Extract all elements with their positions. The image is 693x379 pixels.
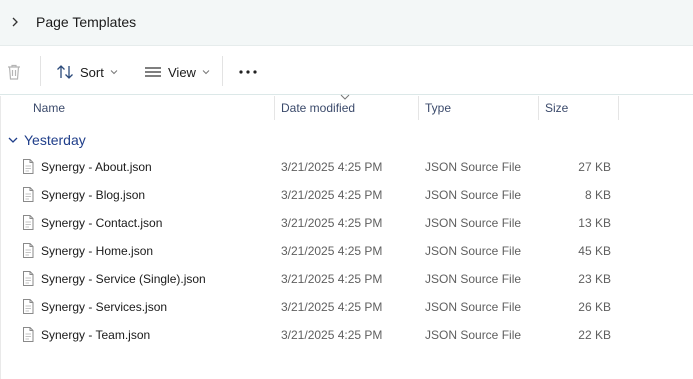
file-name: Synergy - Service (Single).json bbox=[41, 272, 206, 286]
file-row[interactable]: Synergy - Team.json 3/21/2025 4:25 PM JS… bbox=[0, 321, 693, 349]
file-date: 3/21/2025 4:25 PM bbox=[281, 272, 383, 286]
file-icon bbox=[23, 271, 34, 286]
file-row[interactable]: Synergy - Service (Single).json 3/21/202… bbox=[0, 265, 693, 293]
file-name: Synergy - Team.json bbox=[41, 328, 151, 342]
column-divider[interactable] bbox=[618, 96, 619, 120]
file-name: Synergy - About.json bbox=[41, 160, 152, 174]
group-header-yesterday[interactable]: Yesterday bbox=[8, 130, 86, 150]
file-size: 13 KB bbox=[578, 216, 611, 230]
file-type: JSON Source File bbox=[425, 216, 522, 230]
chevron-down-icon bbox=[202, 70, 210, 75]
sort-arrows-icon bbox=[57, 65, 73, 79]
column-header-type[interactable]: Type bbox=[425, 101, 451, 115]
file-date: 3/21/2025 4:25 PM bbox=[281, 300, 383, 314]
file-date: 3/21/2025 4:25 PM bbox=[281, 216, 383, 230]
file-icon bbox=[23, 299, 34, 314]
file-date: 3/21/2025 4:25 PM bbox=[281, 188, 383, 202]
sort-label: Sort bbox=[80, 64, 104, 80]
file-size: 26 KB bbox=[578, 300, 611, 314]
file-icon bbox=[23, 215, 34, 230]
file-type: JSON Source File bbox=[425, 328, 522, 342]
file-date: 3/21/2025 4:25 PM bbox=[281, 160, 383, 174]
chevron-down-icon[interactable] bbox=[8, 136, 18, 144]
file-name: Synergy - Contact.json bbox=[41, 216, 163, 230]
file-row[interactable]: Synergy - Blog.json 3/21/2025 4:25 PM JS… bbox=[0, 181, 693, 209]
file-type: JSON Source File bbox=[425, 160, 522, 174]
column-header-name[interactable]: Name bbox=[33, 101, 65, 115]
breadcrumb-page-templates[interactable]: Page Templates bbox=[36, 14, 136, 30]
column-divider[interactable] bbox=[538, 96, 539, 120]
file-type: JSON Source File bbox=[425, 272, 522, 286]
file-icon bbox=[23, 327, 34, 342]
file-date: 3/21/2025 4:25 PM bbox=[281, 328, 383, 342]
file-icon bbox=[23, 159, 34, 174]
trash-icon bbox=[8, 64, 20, 80]
file-date: 3/21/2025 4:25 PM bbox=[281, 244, 383, 258]
column-divider[interactable] bbox=[418, 96, 419, 120]
file-row[interactable]: Synergy - Contact.json 3/21/2025 4:25 PM… bbox=[0, 209, 693, 237]
file-size: 23 KB bbox=[578, 272, 611, 286]
file-type: JSON Source File bbox=[425, 300, 522, 314]
file-name: Synergy - Home.json bbox=[41, 244, 154, 258]
file-icon bbox=[23, 243, 34, 258]
file-size: 45 KB bbox=[578, 244, 611, 258]
sort-button[interactable]: Sort bbox=[56, 59, 118, 85]
file-icon bbox=[23, 187, 34, 202]
file-name: Synergy - Services.json bbox=[41, 300, 168, 314]
column-header-size[interactable]: Size bbox=[545, 101, 568, 115]
file-name: Synergy - Blog.json bbox=[41, 188, 146, 202]
group-label: Yesterday bbox=[24, 132, 86, 148]
file-type: JSON Source File bbox=[425, 188, 522, 202]
column-header-date[interactable]: Date modified bbox=[281, 101, 355, 115]
chevron-right-icon[interactable] bbox=[10, 15, 20, 29]
file-size: 22 KB bbox=[578, 328, 611, 342]
file-row[interactable]: Synergy - Home.json 3/21/2025 4:25 PM JS… bbox=[0, 237, 693, 265]
file-type: JSON Source File bbox=[425, 244, 522, 258]
view-label: View bbox=[168, 64, 196, 80]
column-headers: Name Date modified Type Size bbox=[0, 94, 693, 120]
more-options-button[interactable] bbox=[238, 59, 258, 85]
file-size: 27 KB bbox=[578, 160, 611, 174]
file-row[interactable]: Synergy - Services.json 3/21/2025 4:25 P… bbox=[0, 293, 693, 321]
file-size: 8 KB bbox=[584, 188, 611, 202]
chevron-down-icon bbox=[110, 70, 118, 75]
view-list-icon bbox=[145, 67, 161, 77]
toolbar-divider bbox=[40, 56, 41, 86]
file-row[interactable]: Synergy - About.json 3/21/2025 4:25 PM J… bbox=[0, 153, 693, 181]
address-bar[interactable]: Page Templates bbox=[0, 0, 693, 46]
toolbar-divider bbox=[222, 56, 223, 86]
view-button[interactable]: View bbox=[144, 59, 210, 85]
sort-indicator-icon bbox=[340, 94, 350, 100]
column-divider[interactable] bbox=[274, 96, 275, 120]
command-bar: Sort View bbox=[0, 47, 693, 95]
more-horizontal-icon bbox=[239, 70, 257, 74]
delete-button[interactable] bbox=[6, 59, 22, 85]
